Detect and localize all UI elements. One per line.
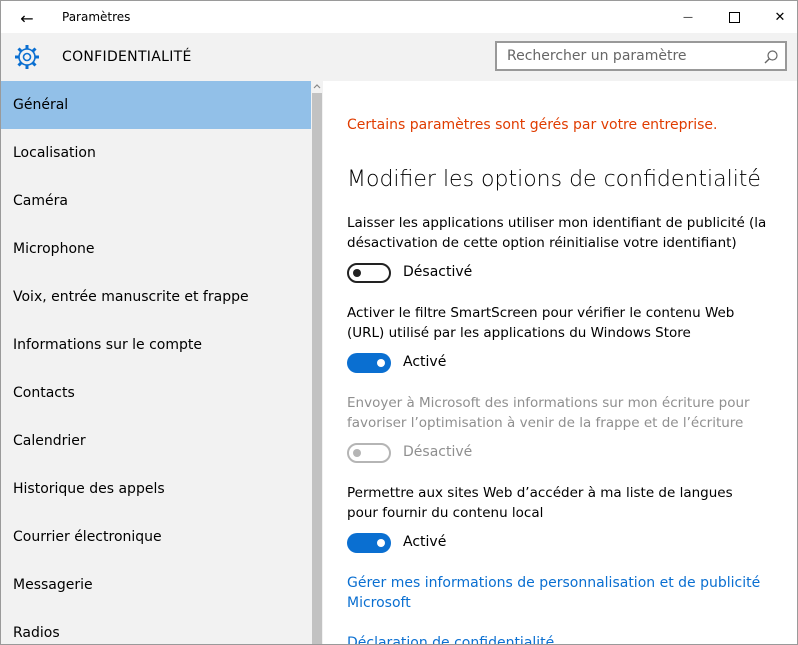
- sidebar-item-label: Microphone: [13, 241, 95, 257]
- writing-info-toggle: [347, 443, 391, 463]
- sidebar-item-label: Général: [13, 97, 69, 113]
- minimize-button[interactable]: —: [665, 1, 711, 33]
- sidebar-scrollbar[interactable]: [311, 81, 323, 644]
- scroll-up-arrow-icon[interactable]: [311, 81, 323, 93]
- policy-warning: Certains paramètres sont gérés par votre…: [347, 117, 718, 133]
- sidebar-item-general[interactable]: Général: [1, 81, 311, 129]
- search-box[interactable]: [495, 41, 787, 71]
- manage-ad-info-link[interactable]: Gérer mes informations de personnalisati…: [347, 573, 767, 613]
- toggle-knob: [377, 359, 385, 367]
- sidebar-item-messaging[interactable]: Messagerie: [1, 561, 311, 609]
- title-bar: ← Paramètres — ✕: [1, 1, 797, 33]
- window-title: Paramètres: [62, 10, 131, 24]
- main-content: Certains paramètres sont gérés par votre…: [323, 81, 797, 644]
- toggle-knob: [353, 269, 361, 277]
- sidebar-item-camera[interactable]: Caméra: [1, 177, 311, 225]
- language-list-state: Activé: [403, 534, 447, 550]
- section-heading: Modifier les options de confidentialité: [347, 167, 761, 192]
- back-arrow-icon: ←: [20, 8, 34, 28]
- option-advertising-id-text: Laisser les applications utiliser mon id…: [347, 215, 767, 251]
- settings-window: ← Paramètres — ✕ CONFIDENTIALITÉ Recherc…: [0, 0, 798, 645]
- sidebar-item-email[interactable]: Courrier électronique: [1, 513, 311, 561]
- maximize-icon: [728, 11, 740, 23]
- sidebar-item-label: Calendrier: [13, 433, 86, 449]
- sidebar-item-label: Historique des appels: [13, 481, 165, 497]
- sidebar: Général Localisation Caméra Microphone V…: [1, 81, 311, 644]
- option-writing-info-text: Envoyer à Microsoft des informations sur…: [347, 395, 750, 431]
- smartscreen-state: Activé: [403, 354, 447, 370]
- page-header: CONFIDENTIALITÉ: [1, 33, 797, 81]
- sidebar-item-label: Informations sur le compte: [13, 337, 202, 353]
- sidebar-item-label: Localisation: [13, 145, 96, 161]
- close-icon: ✕: [774, 9, 786, 25]
- language-list-toggle[interactable]: [347, 533, 391, 553]
- sidebar-item-microphone[interactable]: Microphone: [1, 225, 311, 273]
- privacy-statement-link[interactable]: Déclaration de confidentialité: [347, 633, 767, 644]
- advertising-id-toggle[interactable]: [347, 263, 391, 283]
- sidebar-item-account-info[interactable]: Informations sur le compte: [1, 321, 311, 369]
- sidebar-item-label: Messagerie: [13, 577, 93, 593]
- sidebar-item-location[interactable]: Localisation: [1, 129, 311, 177]
- sidebar-item-call-history[interactable]: Historique des appels: [1, 465, 311, 513]
- toggle-knob: [377, 539, 385, 547]
- scrollbar-thumb[interactable]: [312, 93, 322, 644]
- sidebar-item-speech-inking[interactable]: Voix, entrée manuscrite et frappe: [1, 273, 311, 321]
- back-button[interactable]: ←: [9, 5, 45, 31]
- minimize-icon: —: [683, 11, 693, 23]
- sidebar-item-label: Courrier électronique: [13, 529, 162, 545]
- sidebar-item-label: Voix, entrée manuscrite et frappe: [13, 289, 249, 305]
- sidebar-item-calendar[interactable]: Calendrier: [1, 417, 311, 465]
- writing-info-state: Désactivé: [403, 444, 473, 460]
- option-language-list-text: Permettre aux sites Web d’accéder à ma l…: [347, 485, 733, 521]
- advertising-id-state: Désactivé: [403, 264, 473, 280]
- sidebar-item-radios[interactable]: Radios: [1, 609, 311, 644]
- search-input[interactable]: [497, 43, 755, 69]
- maximize-button[interactable]: [711, 1, 757, 33]
- search-icon[interactable]: [763, 49, 779, 65]
- option-smartscreen-text: Activer le filtre SmartScreen pour vérif…: [347, 305, 735, 341]
- sidebar-item-label: Radios: [13, 625, 60, 641]
- gear-icon: [15, 45, 39, 69]
- smartscreen-toggle[interactable]: [347, 353, 391, 373]
- sidebar-item-contacts[interactable]: Contacts: [1, 369, 311, 417]
- toggle-knob: [353, 449, 361, 457]
- sidebar-item-label: Contacts: [13, 385, 75, 401]
- close-button[interactable]: ✕: [757, 1, 797, 33]
- sidebar-item-label: Caméra: [13, 193, 68, 209]
- page-title: CONFIDENTIALITÉ: [62, 49, 192, 65]
